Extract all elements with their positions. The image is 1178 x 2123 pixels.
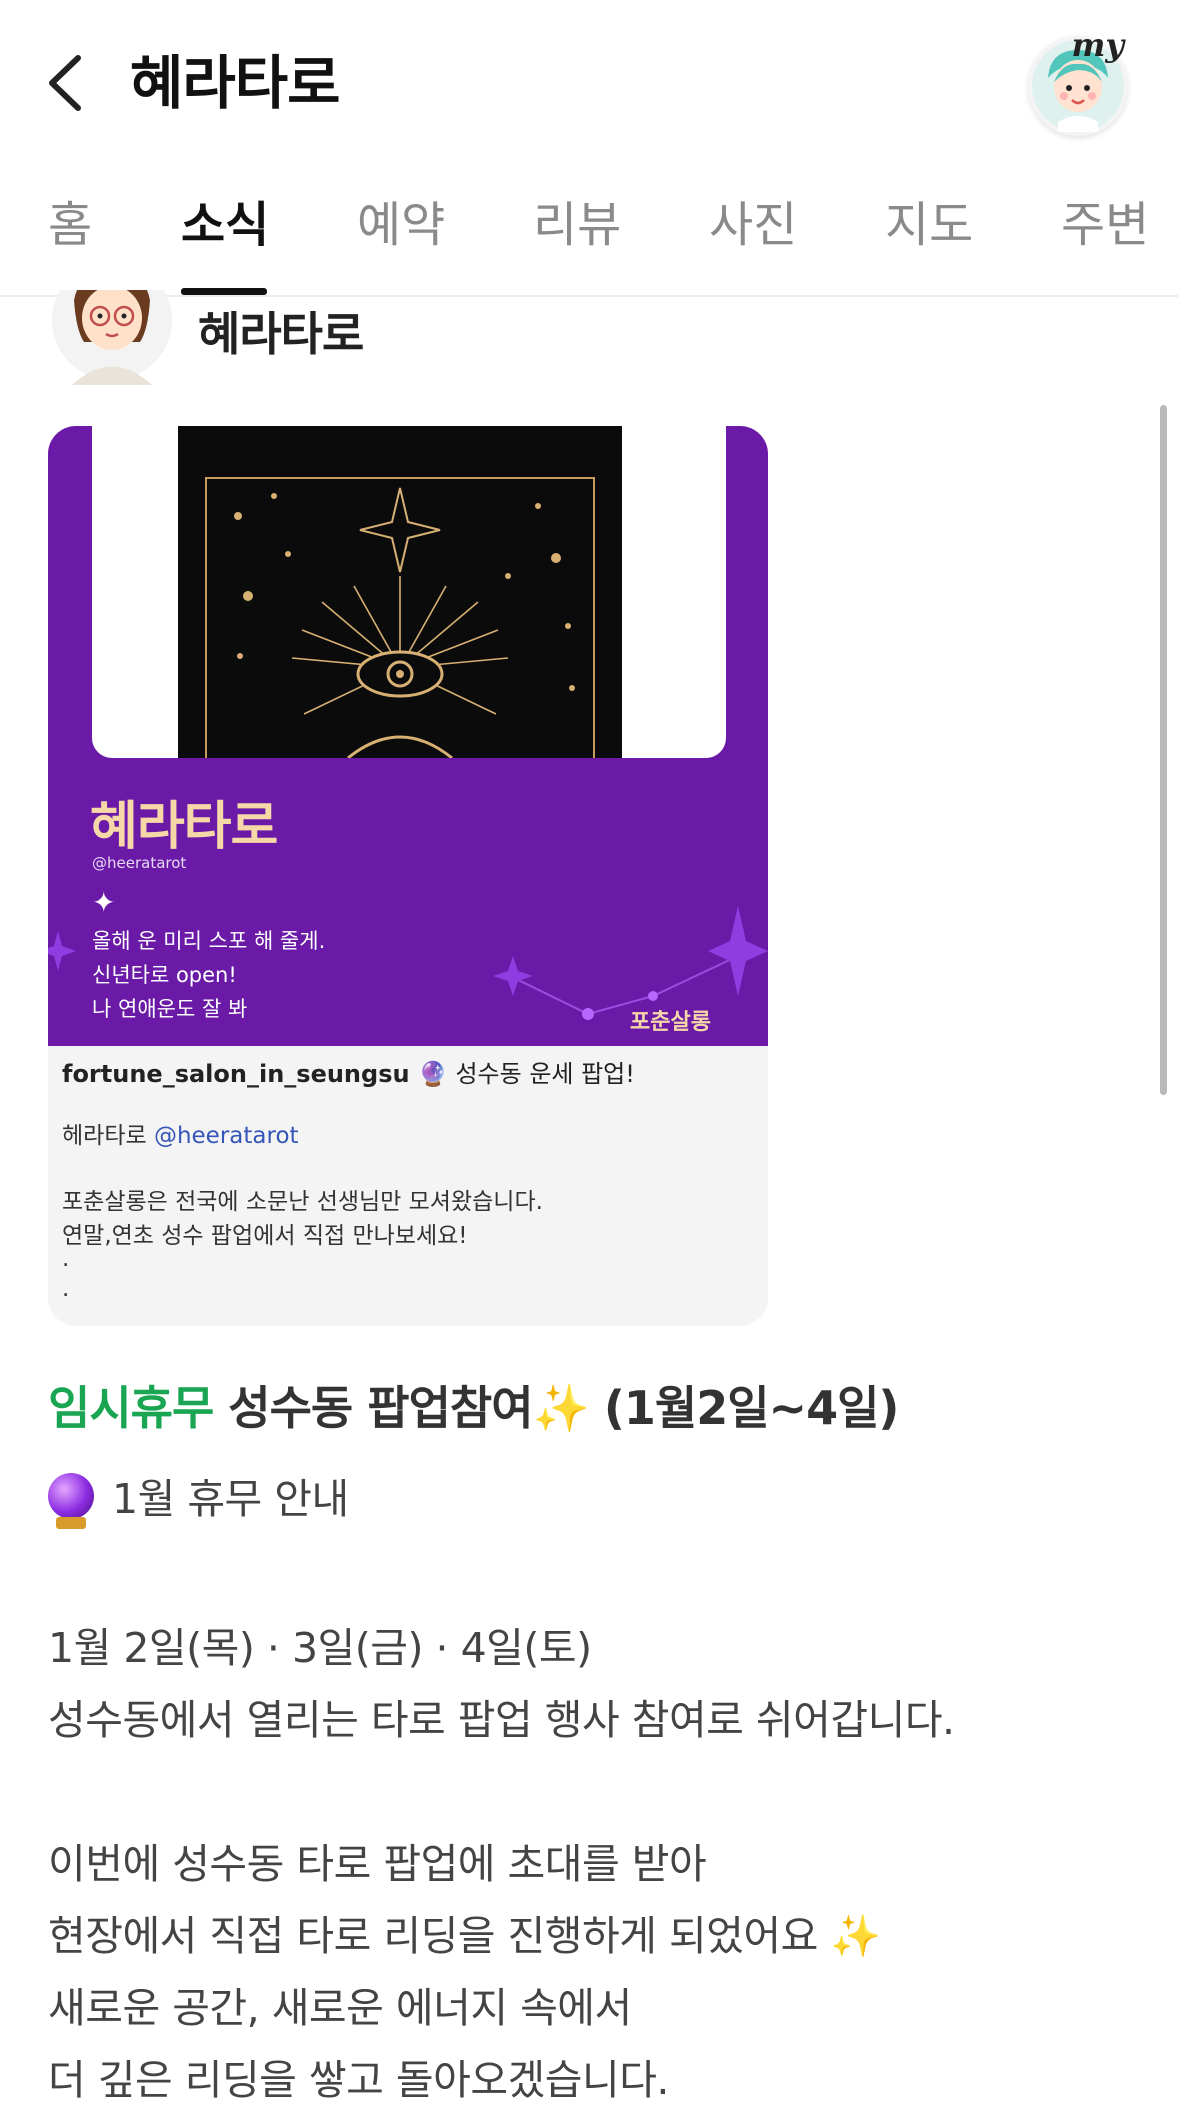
image-caption: fortune_salon_in_seungsu 🔮 성수동 운세 팝업! 헤라…: [48, 1046, 768, 1326]
scrollbar[interactable]: [1160, 405, 1167, 1095]
poster-line: 올해 운 미리 스포 해 줄게.: [92, 929, 326, 953]
body-line: 더 깊은 리딩을 쌓고 돌아오겠습니다.: [48, 2056, 669, 2104]
back-button[interactable]: [40, 48, 100, 118]
notice-line: 1월 휴무 안내: [48, 1465, 349, 1529]
caption-mention: 헤라타로 @heeratarot: [62, 1116, 299, 1150]
body-line: 새로운 공간, 새로운 에너지 속에서: [48, 1984, 632, 2032]
poster-text: 올해 운 미리 스포 해 줄게. 신년타로 open! 나 연애운도 잘 봐: [92, 924, 325, 1026]
body-line: 성수동에서 열리는 타로 팝업 행사 참여로 쉬어갑니다.: [48, 1696, 955, 1744]
post-image[interactable]: 혜라타로 @heeratarot ✦ 올해 운 미리 스포 해 줄게. 신년타로…: [48, 426, 768, 1326]
poster-brand: 포춘살롱: [630, 1010, 711, 1035]
caption-name: 헤라타로: [62, 1123, 147, 1149]
my-profile-button[interactable]: my: [1028, 26, 1128, 136]
tab-bar: 홈 소식 예약 리뷰 사진 지도 주변: [0, 165, 1178, 297]
tab-news[interactable]: 소식: [181, 195, 269, 255]
sparkles-icon: ✨: [532, 1381, 590, 1435]
tab-home[interactable]: 홈: [48, 195, 92, 255]
crystal-ball-icon: [48, 1473, 94, 1529]
caption-dot: .: [62, 1246, 70, 1272]
body-line-sparkle: 현장에서 직접 타로 리딩을 진행하게 되었어요 ✨: [48, 1902, 881, 1962]
page-title: 혜라타로: [130, 49, 340, 117]
caption-dot: .: [62, 1276, 70, 1302]
status-badge: 임시휴무: [48, 1381, 214, 1435]
caption-username: fortune_salon_in_seungsu: [62, 1060, 410, 1088]
headline-text: 성수동 팝업참여: [228, 1381, 533, 1435]
top-bar: 혜라타로 my: [0, 0, 1178, 165]
tab-reservation[interactable]: 예약: [357, 195, 445, 255]
sparkle-icon: ✦: [92, 886, 116, 919]
tab-photos[interactable]: 사진: [709, 195, 797, 255]
headline-dates: (1월2일~4일): [603, 1381, 900, 1435]
tab-nearby[interactable]: 주변: [1061, 195, 1149, 255]
caption-username-suffix: 🔮 성수동 운세 팝업!: [417, 1060, 635, 1088]
caption-header: fortune_salon_in_seungsu 🔮 성수동 운세 팝업!: [62, 1054, 635, 1089]
tarot-card-illustration: [178, 426, 622, 779]
post-author[interactable]: 혜라타로: [52, 290, 652, 400]
notice-text: 1월 휴무 안내: [112, 1475, 349, 1523]
author-name: 혜라타로: [198, 307, 364, 361]
poster-line: 나 연애운도 잘 봐: [92, 997, 248, 1021]
tab-reviews[interactable]: 리뷰: [533, 195, 621, 255]
post-headline: 임시휴무 성수동 팝업참여✨ (1월2일~4일): [48, 1372, 900, 1438]
sparkles-icon: ✨: [830, 1912, 881, 1960]
author-avatar: [52, 290, 172, 385]
body-line: 이번에 성수동 타로 팝업에 초대를 받아: [48, 1840, 707, 1888]
caption-link[interactable]: @heeratarot: [154, 1123, 299, 1149]
caption-line: 연말,연초 성수 팝업에서 직접 만나보세요!: [62, 1223, 468, 1249]
tab-map[interactable]: 지도: [885, 195, 973, 255]
eye-star-icon: [205, 477, 595, 779]
caption-line: 포춘살롱은 전국에 소문난 선생님만 모셔왔습니다.: [62, 1189, 543, 1215]
poster-title: 혜라타로: [90, 797, 278, 857]
chevron-left-icon: [49, 55, 81, 111]
body-line-text: 현장에서 직접 타로 리딩을 진행하게 되었어요: [48, 1912, 818, 1960]
body-line: 1월 2일(목) · 3일(금) · 4일(토): [48, 1624, 592, 1672]
poster-line: 신년타로 open!: [92, 963, 237, 987]
poster-handle: @heeratarot: [92, 854, 187, 872]
my-label: my: [1071, 26, 1124, 64]
